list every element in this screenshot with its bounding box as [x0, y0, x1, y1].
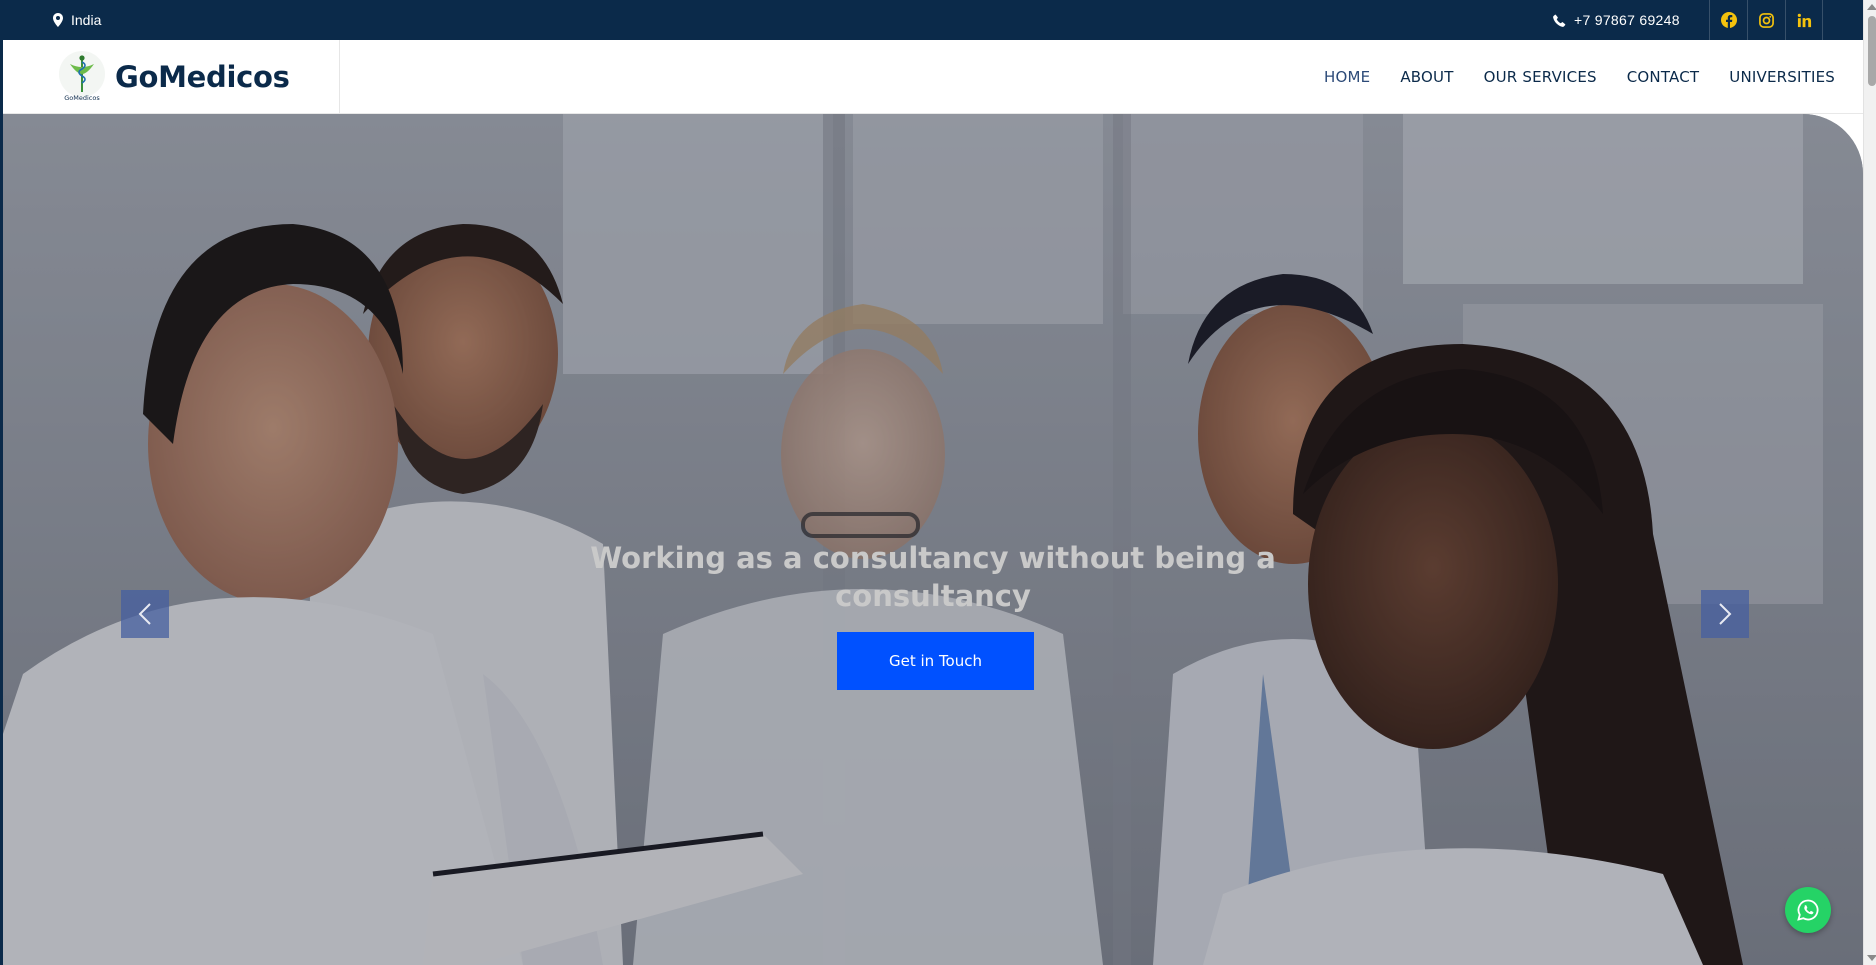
logo-icon[interactable]: GoMedicos	[57, 48, 107, 106]
brand[interactable]: GoMedicos GoMedicos	[57, 40, 340, 114]
map-pin-icon	[53, 13, 63, 27]
scroll-up-arrow-icon[interactable]	[1867, 4, 1876, 10]
hero-slider: Working as a consultancy without being a…	[3, 114, 1863, 965]
facebook-link[interactable]	[1709, 0, 1747, 40]
linkedin-link[interactable]	[1785, 0, 1823, 40]
page: India +7 97867 69248 GoMedicos GoMedicos…	[0, 0, 1876, 965]
nav-item-our-services[interactable]: OUR SERVICES	[1484, 68, 1597, 86]
whatsapp-icon	[1797, 899, 1819, 921]
scroll-down-arrow-icon[interactable]	[1867, 955, 1876, 961]
phone[interactable]: +7 97867 69248	[1553, 0, 1680, 40]
slider-prev-button[interactable]	[121, 590, 169, 638]
facebook-icon	[1720, 12, 1737, 28]
phone-number[interactable]: +7 97867 69248	[1574, 12, 1680, 28]
main-nav: HOME ABOUT OUR SERVICES CONTACT UNIVERSI…	[1324, 40, 1835, 114]
nav-item-about[interactable]: ABOUT	[1400, 68, 1453, 86]
location: India	[53, 0, 101, 40]
main-navbar: GoMedicos GoMedicos HOME ABOUT OUR SERVI…	[3, 40, 1863, 114]
brand-name[interactable]: GoMedicos	[115, 60, 290, 94]
hero-title: Working as a consultancy without being a…	[590, 541, 1276, 613]
nav-item-contact[interactable]: CONTACT	[1627, 68, 1700, 86]
page-scrollbar[interactable]	[1863, 0, 1876, 965]
whatsapp-chat-button[interactable]	[1785, 887, 1831, 933]
chevron-left-icon	[138, 603, 151, 625]
chevron-right-icon	[1719, 603, 1732, 625]
scrollbar-thumb[interactable]	[1868, 16, 1876, 86]
instagram-icon	[1759, 12, 1774, 28]
get-in-touch-button[interactable]: Get in Touch	[837, 632, 1034, 690]
instagram-link[interactable]	[1747, 0, 1785, 40]
location-text: India	[71, 12, 102, 28]
nav-item-universities[interactable]: UNIVERSITIES	[1729, 68, 1835, 86]
nav-item-home[interactable]: HOME	[1324, 68, 1370, 86]
logo-text: GoMedicos	[64, 94, 100, 102]
phone-icon	[1553, 14, 1566, 27]
linkedin-icon	[1797, 13, 1811, 27]
social-links	[1709, 0, 1823, 40]
slider-next-button[interactable]	[1701, 590, 1749, 638]
top-bar: India +7 97867 69248	[3, 0, 1863, 40]
